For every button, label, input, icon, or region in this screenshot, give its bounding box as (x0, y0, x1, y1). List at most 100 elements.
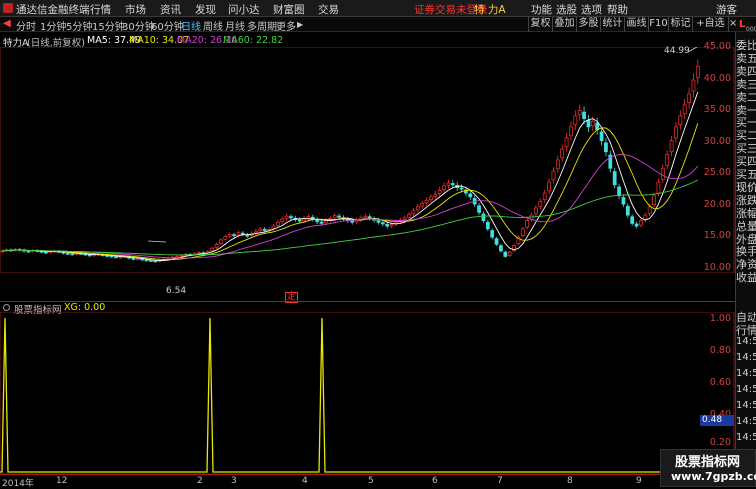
candle[interactable] (153, 260, 158, 263)
candle[interactable] (210, 247, 215, 252)
candle[interactable] (429, 196, 433, 200)
candle[interactable] (647, 206, 652, 214)
candle[interactable] (630, 216, 635, 224)
candle[interactable] (254, 230, 258, 234)
candle[interactable] (65, 252, 70, 255)
indicator-icon[interactable] (3, 304, 10, 311)
candle[interactable] (420, 203, 425, 207)
candle[interactable] (262, 228, 267, 231)
candle[interactable] (433, 193, 438, 197)
guest-label[interactable]: 游客 (716, 2, 737, 17)
candle[interactable] (687, 93, 691, 104)
candle[interactable] (214, 243, 219, 248)
menu-item-ask[interactable]: 问小达 (228, 2, 260, 17)
f10-button[interactable]: F10 (648, 17, 668, 32)
candle[interactable] (674, 126, 678, 139)
candle[interactable] (621, 197, 626, 205)
candle[interactable] (380, 222, 385, 225)
period-5min[interactable]: 5分钟 (66, 18, 92, 33)
period-daily[interactable]: 日线 (181, 18, 201, 33)
candlestick-chart[interactable] (0, 47, 735, 273)
candle[interactable] (402, 217, 407, 220)
candle[interactable] (389, 224, 394, 227)
back-arrow-icon[interactable]: ◀ (3, 18, 11, 29)
candle[interactable] (223, 236, 228, 240)
candle[interactable] (586, 119, 591, 128)
candle[interactable] (442, 185, 446, 190)
candle[interactable] (306, 216, 311, 219)
candle[interactable] (542, 192, 547, 201)
period-tick[interactable]: 分时 (16, 18, 36, 33)
candle[interactable] (44, 251, 48, 254)
candle[interactable] (376, 220, 381, 223)
candle[interactable] (415, 206, 420, 211)
candle[interactable] (144, 259, 149, 262)
close-panel-icon[interactable]: × (728, 17, 737, 32)
candle[interactable] (70, 253, 75, 256)
menu-item-discover[interactable]: 发现 (195, 2, 216, 17)
candle[interactable] (599, 131, 604, 142)
menu-item-function[interactable]: 功能 (531, 2, 552, 17)
candle[interactable] (590, 121, 595, 127)
period-multi[interactable]: 多周期 (247, 18, 277, 33)
period-1min[interactable]: 1分钟 (40, 18, 66, 33)
candle[interactable] (678, 115, 683, 126)
menu-item-market[interactable]: 市场 (125, 2, 146, 17)
candle[interactable] (166, 257, 171, 260)
candle[interactable] (507, 251, 512, 256)
candle[interactable] (131, 257, 136, 260)
candle[interactable] (289, 216, 293, 219)
candle[interactable] (560, 148, 565, 159)
candle[interactable] (625, 205, 630, 216)
candle[interactable] (332, 215, 337, 219)
candle[interactable] (582, 111, 586, 120)
candle[interactable] (547, 181, 551, 192)
draw-line-button[interactable]: 画线 (624, 17, 648, 32)
candle[interactable] (179, 255, 184, 257)
candle[interactable] (468, 193, 473, 198)
candle[interactable] (538, 200, 543, 207)
candle[interactable] (555, 159, 560, 170)
candle[interactable] (525, 220, 530, 228)
candle[interactable] (695, 65, 700, 78)
candle[interactable] (450, 183, 455, 186)
candle[interactable] (551, 170, 556, 181)
candle[interactable] (227, 234, 232, 237)
candle[interactable] (350, 220, 355, 223)
candle[interactable] (87, 254, 92, 257)
menu-item-select[interactable]: 选股 (556, 2, 577, 17)
candle[interactable] (634, 223, 639, 227)
candle[interactable] (604, 142, 608, 153)
candle[interactable] (114, 256, 118, 259)
menu-item-wealth[interactable]: 财富圈 (273, 2, 305, 17)
candle[interactable] (197, 252, 201, 254)
candle[interactable] (411, 210, 416, 215)
candle[interactable] (503, 251, 508, 257)
overlay-button[interactable]: 叠加 (552, 17, 576, 32)
period-15min[interactable]: 15分钟 (92, 18, 125, 33)
menu-item-options[interactable]: 选项 (581, 2, 602, 17)
candle[interactable] (612, 171, 617, 186)
candle[interactable] (499, 245, 503, 252)
candle[interactable] (92, 254, 96, 257)
period-weekly[interactable]: 周线 (203, 18, 223, 33)
candle[interactable] (437, 189, 442, 194)
add-watchlist-button[interactable]: +自选 (692, 17, 728, 32)
mark-button[interactable]: 标记 (668, 17, 692, 32)
candle[interactable] (258, 228, 263, 232)
candle[interactable] (564, 137, 569, 148)
candle[interactable] (280, 218, 285, 222)
candle[interactable] (494, 238, 499, 245)
candle[interactable] (639, 220, 643, 226)
candle[interactable] (26, 250, 31, 253)
candle[interactable] (219, 239, 223, 244)
candle[interactable] (149, 260, 153, 262)
candle[interactable] (446, 182, 451, 186)
candle[interactable] (284, 215, 289, 219)
restore-rights-button[interactable]: 复权 (528, 17, 552, 32)
menu-item-trade[interactable]: 交易 (318, 2, 339, 17)
candle[interactable] (363, 215, 368, 218)
candle[interactable] (481, 213, 486, 221)
menu-item-quotes[interactable]: 行情 (90, 2, 111, 17)
menu-item-help[interactable]: 帮助 (607, 2, 628, 17)
